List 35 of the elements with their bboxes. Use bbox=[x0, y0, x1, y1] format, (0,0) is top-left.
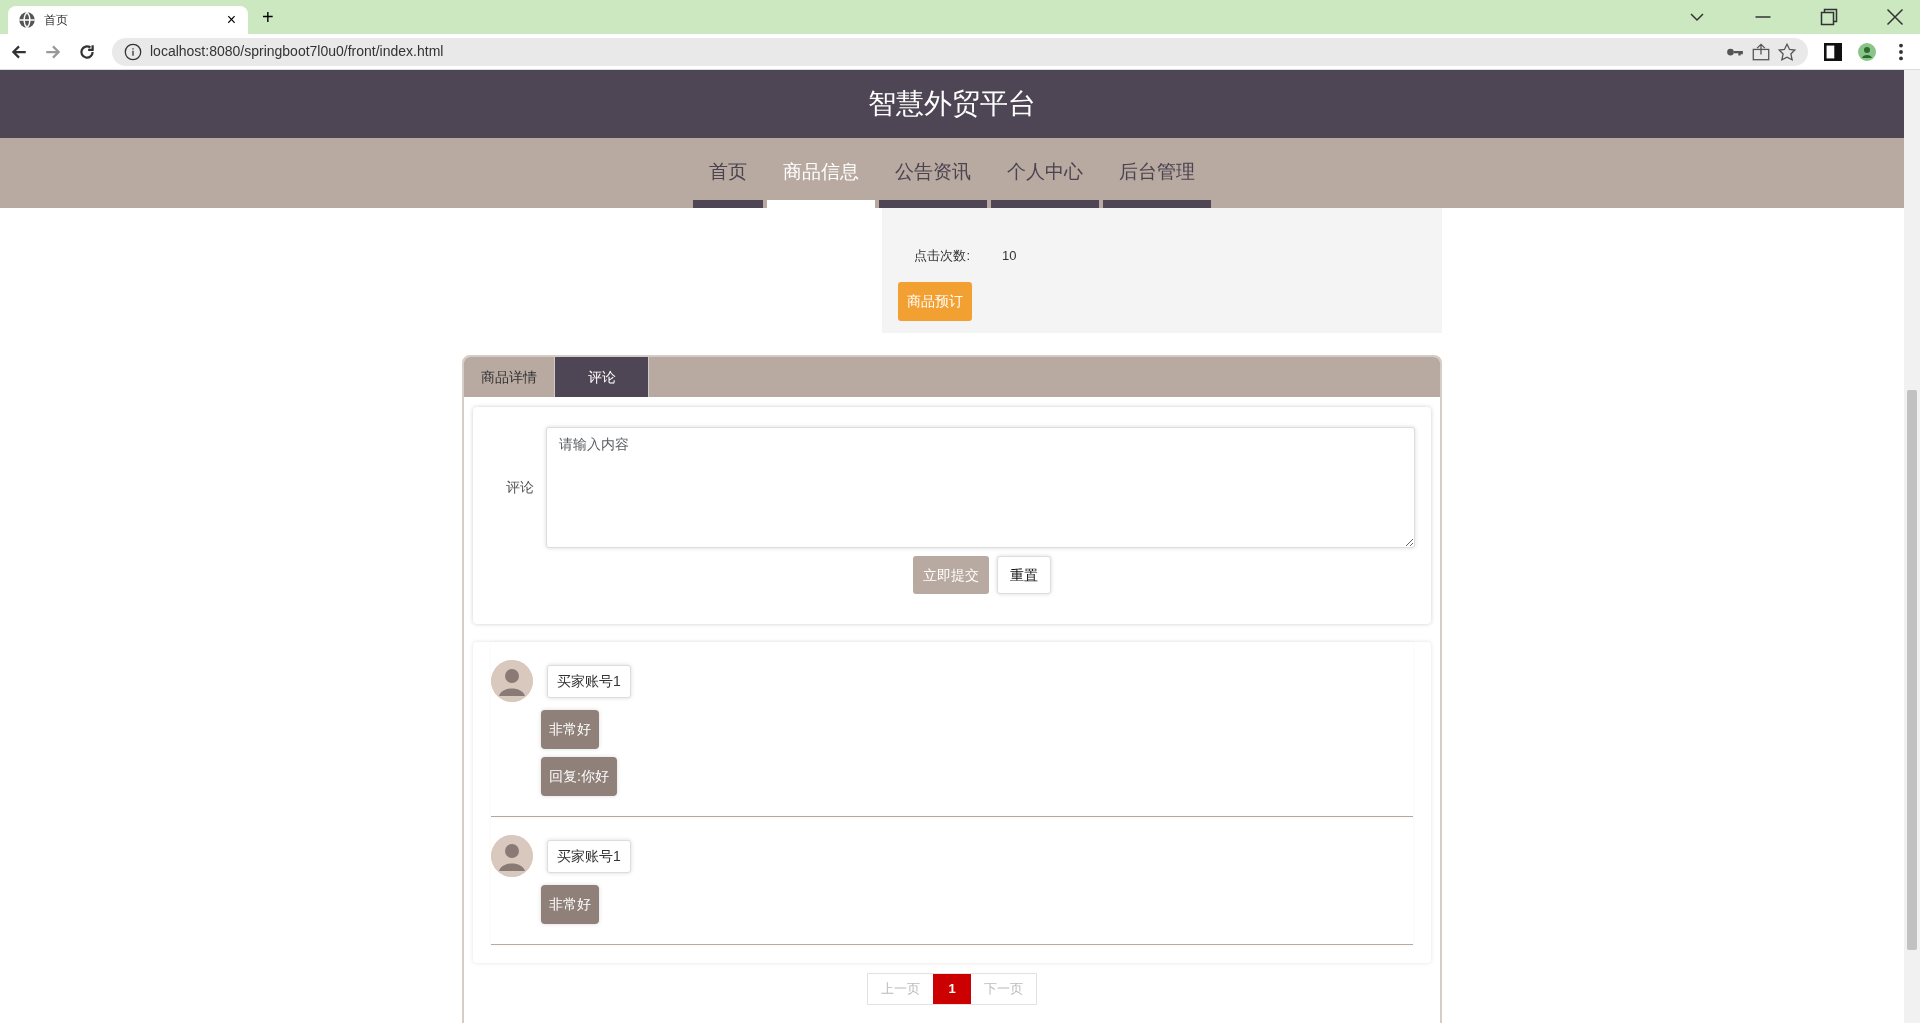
field-value: 10 bbox=[1002, 247, 1017, 265]
nav-link[interactable]: 首页 bbox=[693, 145, 763, 208]
submit-button[interactable]: 立即提交 bbox=[913, 556, 989, 594]
tab-close-button[interactable]: × bbox=[224, 12, 238, 28]
comment-text: 非常好 bbox=[541, 710, 599, 749]
profile-icon[interactable] bbox=[1858, 42, 1876, 61]
browser-tab[interactable]: 首页 × bbox=[8, 6, 248, 34]
reply-text: 回复:你好 bbox=[541, 757, 617, 796]
globe-icon bbox=[18, 11, 36, 29]
reset-button[interactable]: 重置 bbox=[997, 556, 1051, 594]
username-label: 买家账号1 bbox=[547, 839, 631, 873]
close-icon[interactable] bbox=[1886, 8, 1904, 26]
scrollbar-thumb[interactable] bbox=[1907, 390, 1917, 950]
comment-text: 非常好 bbox=[541, 885, 599, 924]
page-number[interactable]: 1 bbox=[933, 974, 971, 1004]
share-icon[interactable] bbox=[1752, 42, 1770, 61]
site-title: 智慧外贸平台 bbox=[868, 87, 1036, 121]
field-label: 评论 bbox=[504, 478, 535, 497]
avatar-icon bbox=[491, 660, 533, 702]
username-label: 买家账号1 bbox=[547, 664, 631, 698]
info-icon bbox=[124, 42, 142, 61]
restore-icon[interactable] bbox=[1820, 8, 1838, 26]
tab[interactable]: 评论 bbox=[555, 357, 649, 397]
scrollbar[interactable] bbox=[1904, 70, 1920, 1023]
reload-icon[interactable] bbox=[78, 42, 96, 61]
comment-field[interactable]: 请输入内容 bbox=[545, 427, 1415, 548]
field-label: 点击次数: bbox=[913, 247, 971, 265]
avatar-icon bbox=[491, 835, 533, 877]
side-panel-icon[interactable] bbox=[1824, 42, 1842, 61]
address-bar[interactable]: localhost:8080/springboot7l0u0/front/index.html bbox=[112, 37, 1808, 66]
star-icon[interactable] bbox=[1778, 42, 1796, 61]
tab-title: 首页 bbox=[44, 12, 69, 29]
url-text: localhost:8080/springboot7l0u0/front/index.html bbox=[150, 42, 445, 61]
new-tab-button[interactable]: + bbox=[256, 6, 280, 28]
nav-link[interactable]: 商品信息 bbox=[767, 145, 875, 208]
